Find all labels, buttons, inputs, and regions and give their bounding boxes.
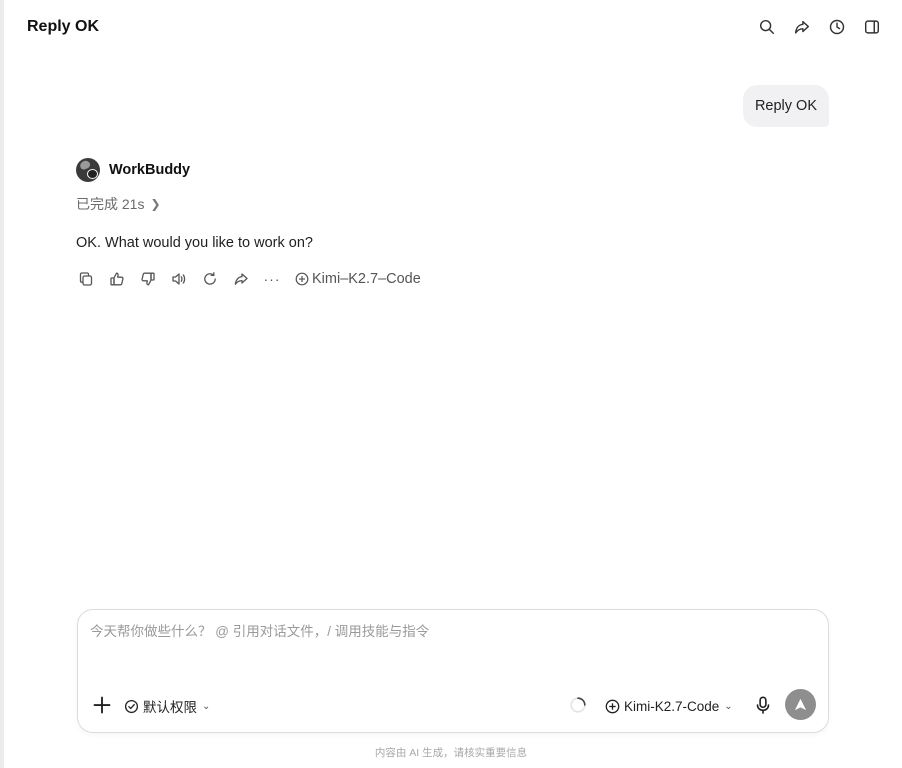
sidebar-toggle-button[interactable] [862,17,882,37]
thumbs-up-icon [110,272,124,286]
copy-button[interactable] [76,269,96,289]
more-options-button[interactable]: ··· [262,269,282,289]
window-left-edge [0,0,4,768]
share-message-button[interactable] [231,269,251,289]
plus-icon [93,696,111,714]
speaker-icon [172,273,186,285]
voice-input-button[interactable] [753,695,773,715]
assistant-name: WorkBuddy [109,162,191,178]
plus-circle-icon [295,272,309,286]
message-composer: 默认权限 ⌄ Kimi-K2.7-Code ⌄ [77,609,829,733]
model-tag-label: Kimi–K2.7–Code [312,271,421,287]
share-icon [234,273,248,285]
copy-icon [79,272,93,286]
microphone-icon [756,696,770,714]
search-button[interactable] [757,17,777,37]
chevron-down-icon: ⌄ [202,700,211,712]
avatar [76,158,100,182]
ai-disclaimer: 内容由 AI 生成，请核实重要信息 [374,747,528,759]
share-button[interactable] [792,17,812,37]
send-arrow-icon [794,698,807,711]
check-circle-icon [124,699,139,713]
user-message-bubble: Reply OK [742,85,829,127]
model-selector-label: Kimi-K2.7-Code [624,698,720,714]
chevron-right-icon: ❯ [150,197,161,211]
status-text: 已完成 21s [76,196,145,212]
page-title: Reply OK [27,18,100,35]
thinking-status-toggle[interactable]: 已完成 21s ❯ [76,195,836,213]
add-attachment-button[interactable] [92,695,112,715]
plus-circle-icon [605,699,620,713]
share-icon [794,20,810,34]
model-selector[interactable]: Kimi-K2.7-Code ⌄ [605,696,733,716]
history-icon [829,19,845,35]
history-button[interactable] [827,17,847,37]
permission-label: 默认权限 [143,700,197,715]
send-button[interactable] [785,689,816,720]
more-icon: ··· [263,271,281,287]
header-actions [757,17,882,37]
loading-spinner-icon [570,697,586,713]
regenerate-button[interactable] [200,269,220,289]
thumbs-down-icon [141,272,155,286]
thumbs-up-button[interactable] [107,269,127,289]
assistant-answer: OK. What would you like to work on? [76,235,313,251]
model-tag[interactable]: Kimi–K2.7–Code [295,271,421,287]
sidebar-toggle-icon [864,20,880,34]
regenerate-icon [204,272,216,285]
composer-toolbar: 默认权限 ⌄ Kimi-K2.7-Code ⌄ [78,680,828,732]
search-icon [759,19,775,35]
read-aloud-button[interactable] [169,269,189,289]
assistant-message: WorkBuddy 已完成 21s ❯ OK. What would you l… [76,158,836,289]
thumbs-down-button[interactable] [138,269,158,289]
message-actions: ··· Kimi–K2.7–Code [76,269,836,289]
chevron-down-icon: ⌄ [724,700,733,712]
top-bar: Reply OK [0,0,902,54]
message-input[interactable] [90,624,810,639]
permission-dropdown[interactable]: 默认权限 ⌄ [124,696,210,716]
assistant-header: WorkBuddy [76,158,836,182]
